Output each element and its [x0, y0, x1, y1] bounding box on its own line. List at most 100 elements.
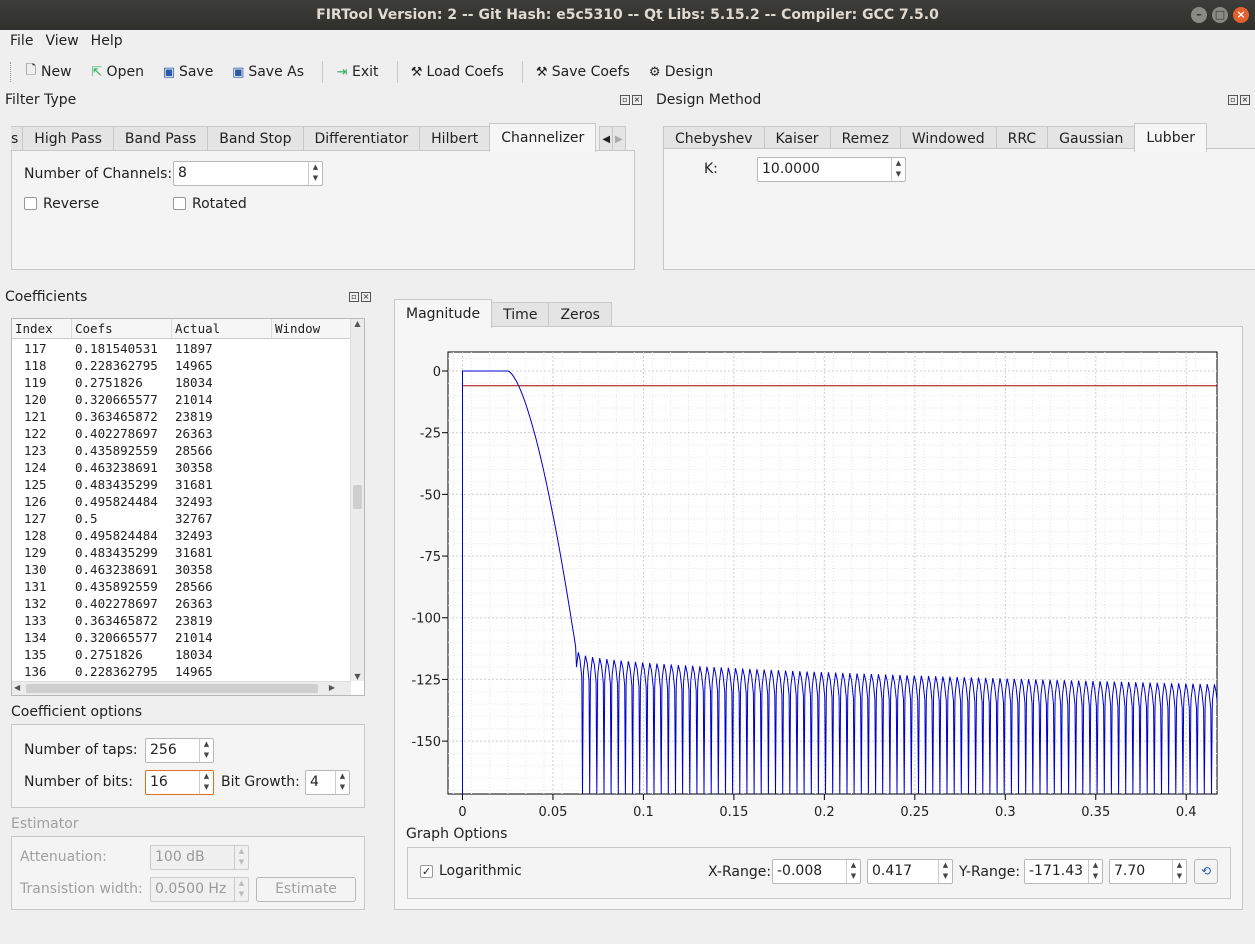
channels-spinbox[interactable]: 8 ▲ ▼ — [173, 161, 323, 186]
attenuation-spinbox[interactable]: 100 dB ▲ ▼ — [150, 845, 249, 870]
coefficients-table[interactable]: Index Coefs Actual Window 117 0.181540531… — [11, 318, 365, 696]
tab-scroll-right-icon[interactable]: ▶ — [612, 126, 626, 152]
col-window[interactable]: Window — [272, 319, 351, 338]
table-row[interactable]: 133 0.363465872 23819 — [12, 612, 351, 629]
spin-arrows-icon[interactable]: ▲ ▼ — [335, 771, 349, 794]
table-row[interactable]: 122 0.402278697 26363 — [12, 425, 351, 442]
spin-arrows-icon[interactable]: ▲ ▼ — [234, 846, 248, 869]
scroll-left-icon[interactable]: ◀ — [14, 683, 20, 692]
tab-differentiator[interactable]: Differentiator — [302, 126, 421, 152]
menu-help[interactable]: Help — [85, 30, 129, 52]
exit-button[interactable]: ⇥ Exit — [329, 62, 385, 82]
table-row[interactable]: 124 0.463238691 30358 — [12, 459, 351, 476]
tab-time[interactable]: Time — [491, 302, 550, 328]
hscroll-thumb[interactable] — [26, 684, 318, 693]
magnitude-plot[interactable]: 0 0.05 0.1 0.15 0.2 0.25 0.3 0.35 0.4 0 -25 -50 -75 -… — [395, 327, 1242, 819]
tab-channelizer[interactable]: Channelizer — [489, 123, 597, 152]
transition-width-spinbox[interactable]: 0.0500 Hz ▲ ▼ — [150, 877, 249, 902]
y-max-spinbox[interactable]: 7.70 ▲ ▼ — [1109, 859, 1187, 884]
horizontal-scrollbar[interactable]: ◀ ▶ — [12, 681, 351, 695]
table-row[interactable]: 128 0.495824484 32493 — [12, 527, 351, 544]
maximize-icon[interactable]: □ — [1212, 7, 1228, 23]
tab-band-pass[interactable]: Band Pass — [112, 126, 209, 152]
table-row[interactable]: 118 0.228362795 14965 — [12, 357, 351, 374]
spin-arrows-icon[interactable]: ▲ ▼ — [846, 860, 860, 883]
new-button[interactable]: 🗋 New — [18, 59, 78, 85]
tab-lubber[interactable]: Lubber — [1134, 123, 1207, 152]
col-actual[interactable]: Actual — [172, 319, 272, 338]
float-icon[interactable]: ▫ — [349, 292, 359, 302]
taps-spinbox[interactable]: 256 ▲ ▼ — [145, 738, 214, 763]
x-max-spinbox[interactable]: 0.417 ▲ ▼ — [867, 859, 953, 884]
col-index[interactable]: Index — [12, 319, 72, 338]
design-button[interactable]: ⚙ Design — [642, 62, 719, 82]
table-row[interactable]: 131 0.435892559 28566 — [12, 578, 351, 595]
spin-arrows-icon[interactable]: ▲ ▼ — [1088, 860, 1102, 883]
table-row[interactable]: 121 0.363465872 23819 — [12, 408, 351, 425]
cell-actual: 31681 — [175, 545, 213, 560]
bit-growth-spinbox[interactable]: 4 ▲ ▼ — [305, 770, 350, 795]
table-row[interactable]: 132 0.402278697 26363 — [12, 595, 351, 612]
float-icon[interactable]: ▫ — [620, 95, 630, 105]
table-row[interactable]: 130 0.463238691 30358 — [12, 561, 351, 578]
toolbar-grip[interactable] — [10, 62, 14, 82]
cell-index: 135 — [24, 647, 47, 662]
x-min-spinbox[interactable]: -0.008 ▲ ▼ — [772, 859, 861, 884]
reverse-checkbox[interactable] — [24, 197, 37, 210]
tab-hilbert[interactable]: Hilbert — [419, 126, 491, 152]
y-min-spinbox[interactable]: -171.43 ▲ ▼ — [1024, 859, 1103, 884]
scroll-down-icon[interactable]: ▼ — [351, 672, 364, 681]
table-row[interactable]: 117 0.181540531 11897 — [12, 340, 351, 357]
load-coefs-button[interactable]: ⚒ Load Coefs — [404, 62, 510, 82]
table-row[interactable]: 123 0.435892559 28566 — [12, 442, 351, 459]
spin-arrows-icon[interactable]: ▲ ▼ — [199, 739, 213, 762]
reset-zoom-button[interactable]: ⟲ — [1194, 859, 1218, 884]
save-coefs-button[interactable]: ⚒ Save Coefs — [529, 62, 636, 82]
save-button[interactable]: ▣ Save — [156, 62, 219, 82]
bits-spinbox[interactable]: 16 ▲ ▼ — [145, 770, 214, 795]
bits-label: Number of bits: — [24, 774, 133, 790]
table-row[interactable]: 135 0.2751826 18034 — [12, 646, 351, 663]
menu-file[interactable]: File — [4, 30, 39, 52]
table-row[interactable]: 134 0.320665577 21014 — [12, 629, 351, 646]
scroll-thumb[interactable] — [353, 485, 362, 509]
close-dock-icon[interactable]: × — [632, 95, 642, 105]
cell-actual: 26363 — [175, 596, 213, 611]
table-row[interactable]: 129 0.483435299 31681 — [12, 544, 351, 561]
col-coefs[interactable]: Coefs — [72, 319, 172, 338]
menu-view[interactable]: View — [39, 30, 84, 52]
close-dock-icon[interactable]: × — [1240, 95, 1250, 105]
save-as-button[interactable]: ▣ Save As — [225, 62, 310, 82]
cell-coef: 0.402278697 — [75, 596, 158, 611]
table-row[interactable]: 125 0.483435299 31681 — [12, 476, 351, 493]
logarithmic-checkbox[interactable]: ✓ — [420, 865, 433, 878]
table-row[interactable]: 136 0.228362795 14965 — [12, 663, 351, 680]
k-spinbox[interactable]: 10.0000 ▲ ▼ — [757, 157, 906, 182]
scroll-up-icon[interactable]: ▲ — [351, 319, 364, 328]
spin-arrows-icon[interactable]: ▲ ▼ — [234, 878, 248, 901]
tab-band-stop[interactable]: Band Stop — [207, 126, 304, 152]
estimate-button[interactable]: Estimate — [256, 877, 356, 902]
tab-zeros[interactable]: Zeros — [548, 302, 612, 328]
close-icon[interactable]: × — [1233, 7, 1249, 23]
spin-arrows-icon[interactable]: ▲ ▼ — [199, 771, 213, 794]
tab-high-pass[interactable]: High Pass — [22, 126, 114, 152]
table-row[interactable]: 120 0.320665577 21014 — [12, 391, 351, 408]
logarithmic-label: Logarithmic — [439, 863, 522, 879]
float-icon[interactable]: ▫ — [1228, 95, 1238, 105]
minimize-icon[interactable]: – — [1191, 7, 1207, 23]
table-row[interactable]: 127 0.5 32767 — [12, 510, 351, 527]
close-dock-icon[interactable]: × — [361, 292, 371, 302]
rotated-checkbox[interactable] — [173, 197, 186, 210]
spin-arrows-icon[interactable]: ▲ ▼ — [891, 158, 905, 181]
spin-arrows-icon[interactable]: ▲ ▼ — [938, 860, 952, 883]
tab-magnitude[interactable]: Magnitude — [394, 299, 493, 328]
table-row[interactable]: 126 0.495824484 32493 — [12, 493, 351, 510]
spin-arrows-icon[interactable]: ▲ ▼ — [308, 162, 322, 185]
table-row[interactable]: 119 0.2751826 18034 — [12, 374, 351, 391]
vertical-scrollbar[interactable]: ▲ ▼ — [350, 319, 364, 681]
open-button[interactable]: ⇱ Open — [84, 62, 150, 82]
scroll-right-icon[interactable]: ▶ — [329, 683, 335, 692]
spin-arrows-icon[interactable]: ▲ ▼ — [1172, 860, 1186, 883]
tab-scroll-left-icon[interactable]: ◀ — [599, 126, 614, 152]
